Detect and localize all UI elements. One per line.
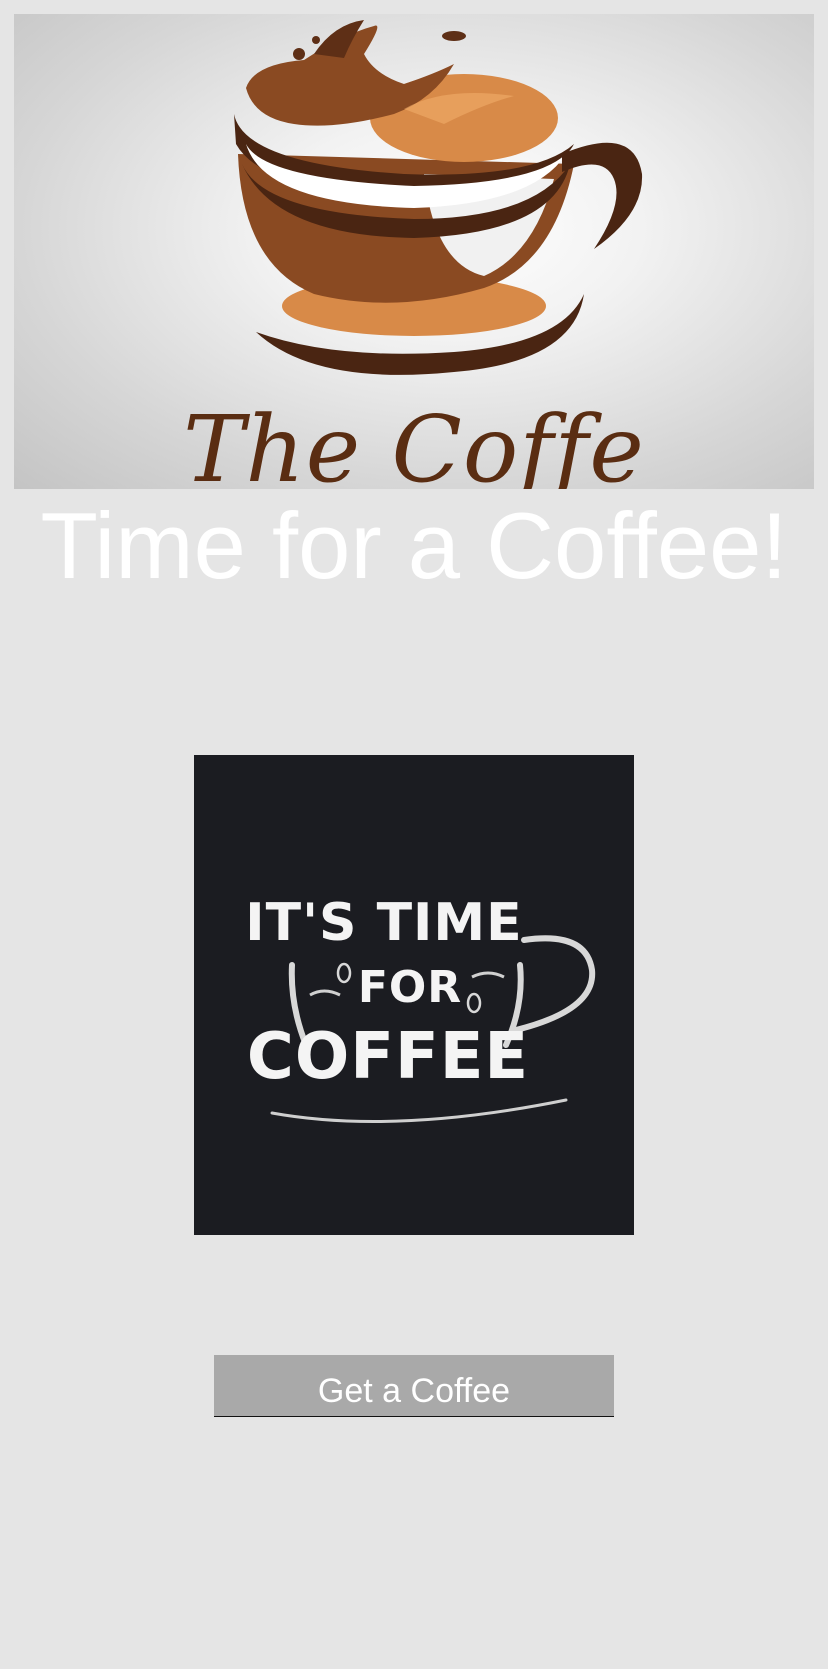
- logo-wordmark: The Coffe: [183, 396, 645, 490]
- poster-text-line-3: COFFEE: [246, 1020, 530, 1094]
- page-title: Time for a Coffee!: [40, 493, 788, 598]
- poster-text-line-1: IT'S TIME: [245, 893, 523, 953]
- get-coffee-button[interactable]: Get a Coffee: [214, 1355, 614, 1417]
- coffee-logo-banner: The Coffe: [14, 14, 814, 489]
- app-screen: The Coffe Time for a Coffee! IT'S TIME F…: [0, 0, 828, 1669]
- its-time-for-coffee-poster: IT'S TIME FOR COFFEE: [194, 755, 634, 1235]
- poster-text-line-2: FOR: [357, 962, 463, 1013]
